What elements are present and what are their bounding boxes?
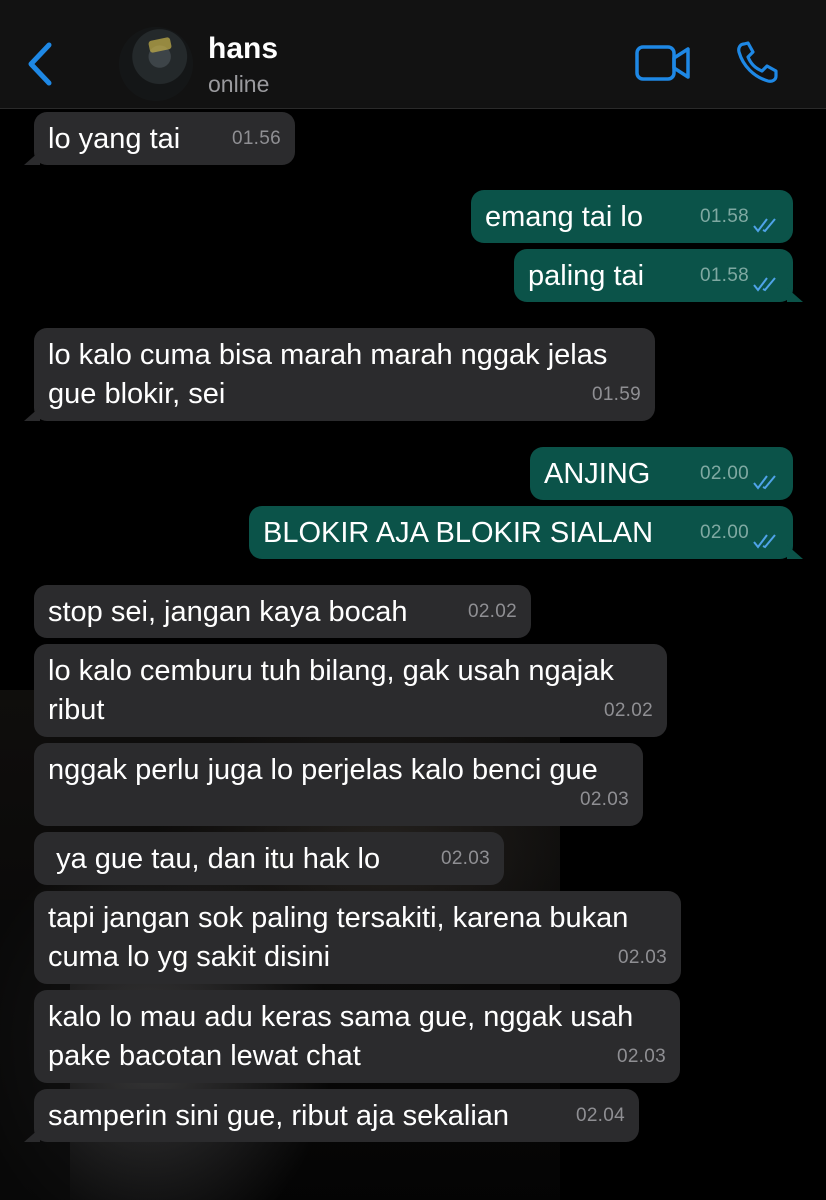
double-check-icon <box>753 534 776 549</box>
message-bubble[interactable]: samperin sini gue, ribut aja sekalian 02… <box>24 1089 639 1142</box>
message-time: 01.59 <box>591 384 641 405</box>
chat-header: hans online <box>0 0 826 109</box>
video-camera-icon <box>635 45 690 81</box>
message-text: ya gue tau, dan itu hak lo <box>48 843 381 875</box>
message-bubble[interactable]: paling tai 01.58 <box>514 249 803 302</box>
message-text: samperin sini gue, ribut aja sekalian <box>48 1100 510 1132</box>
message-time: 02.02 <box>603 700 653 721</box>
double-check-icon <box>753 475 776 490</box>
back-button[interactable] <box>20 38 60 90</box>
message-bubble[interactable]: stop sei, jangan kaya bocah 02.02 <box>34 585 531 638</box>
video-call-button[interactable] <box>634 40 692 86</box>
message-time: 02.02 <box>467 601 517 622</box>
message-bubble[interactable]: ANJING 02.00 <box>530 447 793 500</box>
message-time: 02.03 <box>579 789 629 810</box>
phone-icon <box>737 41 778 83</box>
message-time: 01.58 <box>699 265 749 286</box>
message-time: 02.00 <box>699 463 749 484</box>
message-bubble[interactable]: kalo lo mau adu keras sama gue, nggak us… <box>34 990 680 1083</box>
message-text: stop sei, jangan kaya bocah <box>48 596 408 628</box>
message-time: 02.03 <box>440 848 490 869</box>
message-time: 02.03 <box>616 1046 666 1067</box>
message-bubble[interactable]: ya gue tau, dan itu hak lo 02.03 <box>34 832 504 885</box>
message-time: 02.04 <box>575 1105 625 1126</box>
chevron-left-icon <box>28 42 52 86</box>
message-bubble[interactable]: nggak perlu juga lo perjelas kalo benci … <box>34 743 643 826</box>
message-bubble[interactable]: lo yang tai 01.56 <box>24 112 295 165</box>
message-time: 02.00 <box>699 522 749 543</box>
message-bubble[interactable]: lo kalo cuma bisa marah marah nggak jela… <box>24 328 655 421</box>
contact-status: online <box>208 71 270 97</box>
message-bubble[interactable]: tapi jangan sok paling tersakiti, karena… <box>34 891 681 984</box>
message-time: 02.03 <box>617 947 667 968</box>
message-text: lo kalo cuma bisa marah marah nggak jela… <box>48 339 608 410</box>
message-time: 01.56 <box>231 128 281 149</box>
message-bubble[interactable]: BLOKIR AJA BLOKIR SIALAN 02.00 <box>249 506 803 559</box>
message-text: kalo lo mau adu keras sama gue, nggak us… <box>48 1001 634 1072</box>
message-text: tapi jangan sok paling tersakiti, karena… <box>48 902 629 973</box>
voice-call-button[interactable] <box>734 40 782 86</box>
contact-avatar[interactable] <box>119 27 193 101</box>
message-text: lo kalo cemburu tuh bilang, gak usah nga… <box>48 655 614 726</box>
contact-name[interactable]: hans <box>208 32 278 66</box>
message-bubble[interactable]: emang tai lo 01.58 <box>471 190 793 243</box>
message-time: 01.58 <box>699 206 749 227</box>
double-check-icon <box>753 277 776 292</box>
double-check-icon <box>753 218 776 233</box>
message-bubble[interactable]: lo kalo cemburu tuh bilang, gak usah nga… <box>34 644 667 737</box>
message-text: nggak perlu juga lo perjelas kalo benci … <box>48 754 598 786</box>
